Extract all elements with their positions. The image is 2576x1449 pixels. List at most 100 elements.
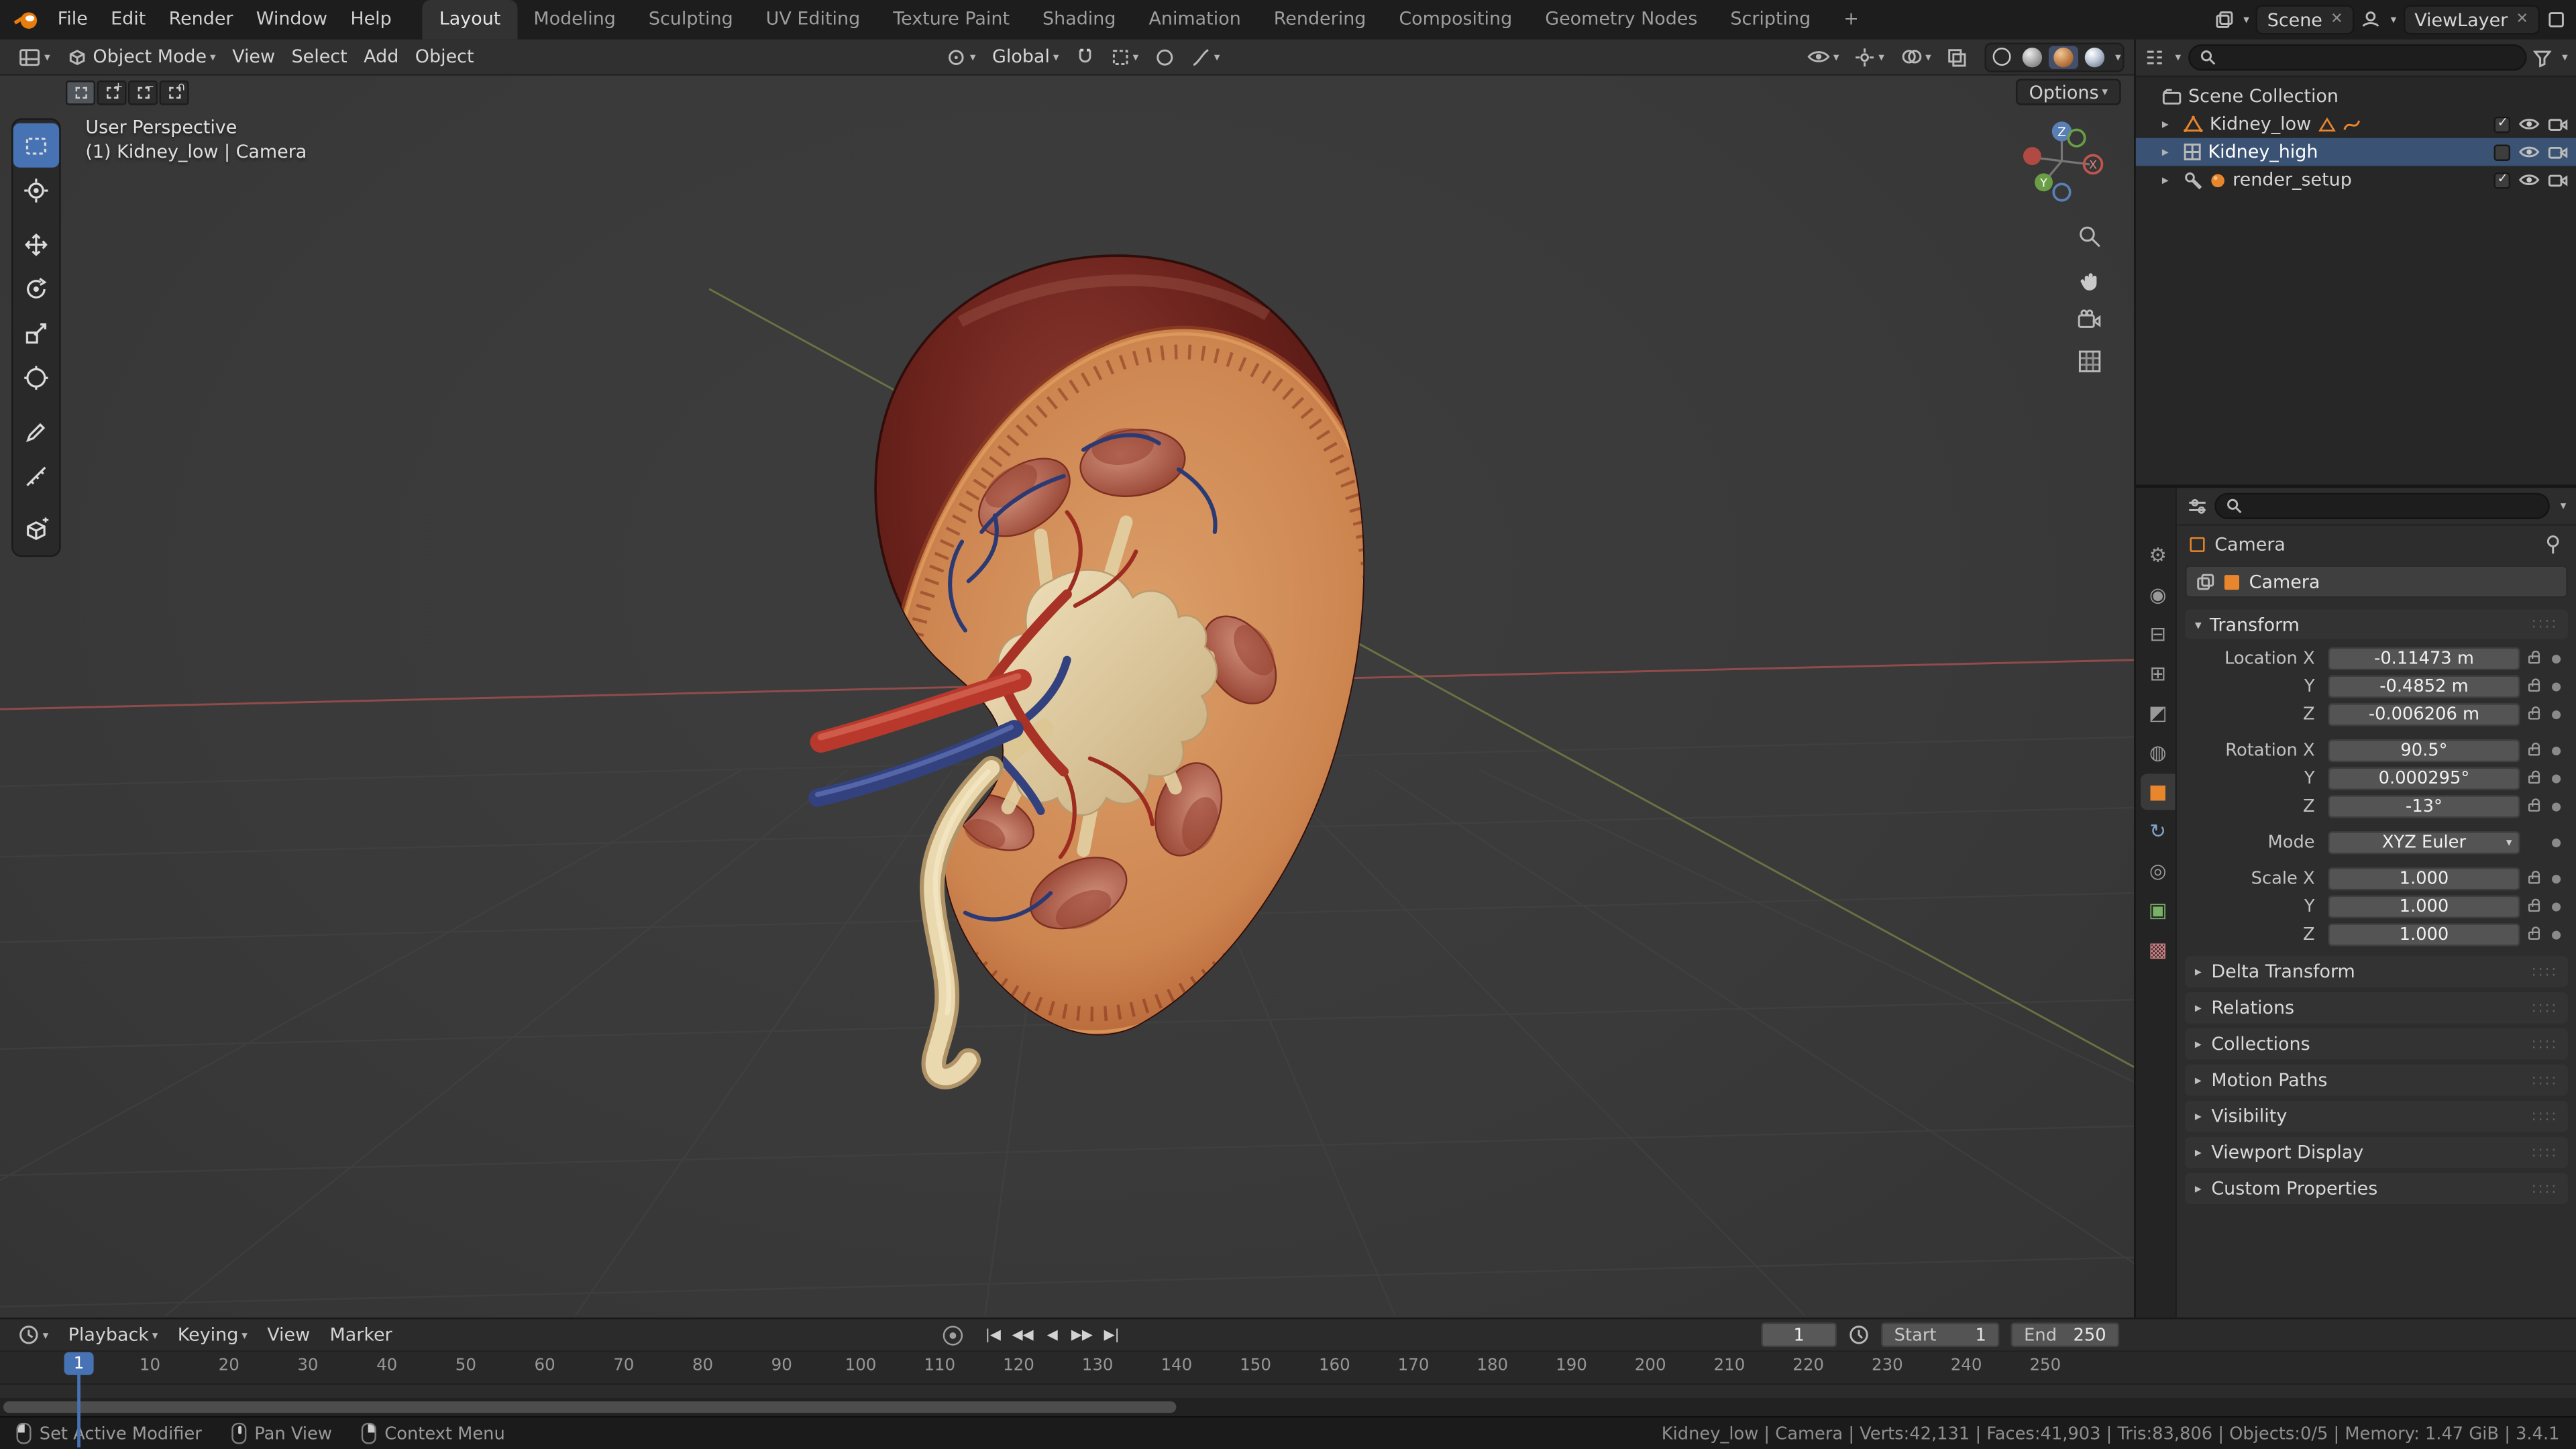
eye-icon[interactable] [2518, 117, 2540, 131]
tab-output-properties[interactable]: ⊟ [2141, 616, 2175, 652]
camera-view-icon[interactable] [2077, 309, 2103, 331]
tool-options-button[interactable]: Options ▾ [2015, 78, 2121, 105]
jump-to-start-icon[interactable]: |◀ [981, 1322, 1006, 1348]
scale-x-field[interactable]: 1.000 [2328, 866, 2520, 890]
tab-world-properties[interactable]: ◍ [2141, 735, 2175, 771]
tab-layout[interactable]: Layout [423, 0, 517, 40]
checkbox[interactable] [2493, 114, 2511, 133]
tab-sculpting[interactable]: Sculpting [632, 0, 749, 40]
lock-icon[interactable] [2520, 898, 2546, 912]
menu-view[interactable]: View [224, 40, 283, 75]
tool-cursor[interactable] [13, 168, 60, 212]
xray-icon[interactable] [1939, 40, 1976, 75]
menu-playback[interactable]: Playback ▾ [58, 1324, 168, 1346]
expand-arrow-icon[interactable]: ▸ [2162, 172, 2177, 187]
play-reverse-icon[interactable]: ◀ [1040, 1322, 1065, 1348]
pivot-icon[interactable]: ▾ [938, 40, 983, 75]
rotation-y-field[interactable]: 0.000295° [2328, 766, 2520, 790]
location-z-field[interactable]: -0.006206 m [2328, 702, 2520, 726]
section-viewport-display[interactable]: ▸ Viewport Display:::: [2185, 1136, 2568, 1169]
visibility-icon[interactable]: ▾ [1799, 40, 1847, 75]
tab-constraints-properties[interactable]: ◎ [2141, 853, 2175, 889]
select-mode-new[interactable] [65, 79, 96, 105]
section-visibility[interactable]: ▸ Visibility:::: [2185, 1100, 2568, 1132]
checkbox[interactable] [2493, 144, 2511, 160]
lock-icon[interactable] [2520, 926, 2546, 940]
outliner-search-input[interactable] [2187, 44, 2528, 71]
tab-geometry-nodes[interactable]: Geometry Nodes [1529, 0, 1714, 40]
animate-dot-icon[interactable]: ● [2546, 771, 2566, 785]
tab-scripting[interactable]: Scripting [1714, 0, 1827, 40]
panel-grip-icon[interactable]: :::: [2532, 1144, 2559, 1161]
tab-view-layer-properties[interactable]: ⊞ [2141, 655, 2175, 692]
tool-annotate[interactable] [13, 409, 60, 453]
zoom-icon[interactable] [2077, 223, 2103, 250]
panel-grip-icon[interactable]: :::: [2532, 1000, 2559, 1016]
kidney-model[interactable] [808, 254, 1464, 1093]
gizmo-x-neg-axis[interactable] [2023, 147, 2041, 166]
camera-icon[interactable] [2548, 117, 2568, 131]
timeline-key-area[interactable] [0, 1385, 2576, 1399]
lock-icon[interactable] [2520, 742, 2546, 756]
rotation-z-field[interactable]: -13° [2328, 794, 2520, 818]
blender-logo-icon[interactable] [13, 8, 40, 31]
tab-uv-editing[interactable]: UV Editing [749, 0, 877, 40]
gizmo-y-neg-axis[interactable] [2067, 128, 2086, 148]
chevron-down-icon[interactable]: ▾ [2562, 51, 2568, 64]
animate-dot-icon[interactable]: ● [2546, 651, 2566, 665]
animate-dot-icon[interactable]: ● [2546, 835, 2566, 849]
tab-render-properties[interactable]: ◉ [2141, 577, 2175, 613]
tab-scene-properties[interactable]: ◩ [2141, 695, 2175, 731]
rotation-mode-dropdown[interactable]: XYZ Euler ▾ [2328, 830, 2520, 854]
viewlayer-selector[interactable]: ViewLayer ✕ [2403, 5, 2540, 35]
section-motion-paths[interactable]: ▸ Motion Paths:::: [2185, 1064, 2568, 1096]
proportional-icon[interactable] [1147, 40, 1183, 75]
outliner-row-kidney-high[interactable]: ▸ Kidney_high [2135, 138, 2576, 166]
close-icon[interactable]: ✕ [2330, 11, 2343, 28]
lock-icon[interactable] [2520, 678, 2546, 692]
panel-grip-icon[interactable]: :::: [2532, 1108, 2559, 1124]
editor-type-button[interactable]: ▾ [10, 40, 58, 75]
chevron-down-icon[interactable]: ▾ [2391, 13, 2397, 27]
eye-icon[interactable] [2518, 172, 2540, 187]
section-collections[interactable]: ▸ Collections:::: [2185, 1028, 2568, 1060]
rotation-x-field[interactable]: 90.5° [2328, 738, 2520, 762]
menu-file[interactable]: File [46, 0, 99, 40]
close-icon[interactable]: ✕ [2516, 11, 2528, 28]
outliner-row-kidney-low[interactable]: ▸ Kidney_low [2136, 110, 2576, 138]
menu-edit[interactable]: Edit [99, 0, 157, 40]
add-workspace-button[interactable]: + [1827, 0, 1876, 40]
next-keyframe-icon[interactable]: ▶▶ [1068, 1322, 1096, 1348]
tab-shading[interactable]: Shading [1026, 0, 1132, 40]
tab-tool-properties[interactable]: ⚙ [2141, 537, 2175, 574]
transform-panel-header[interactable]: ▾ Transform :::: [2185, 609, 2568, 639]
menu-add[interactable]: Add [356, 40, 407, 75]
pin-icon[interactable] [2543, 533, 2563, 555]
record-icon[interactable] [943, 1326, 963, 1346]
gizmo-z-neg-axis[interactable] [2052, 182, 2072, 202]
camera-icon[interactable] [2548, 172, 2568, 187]
menu-keying[interactable]: Keying ▾ [168, 1324, 257, 1346]
panel-grip-icon[interactable]: :::: [2532, 1072, 2559, 1088]
snap-target-icon[interactable]: ▾ [1102, 40, 1146, 75]
browse-viewlayer-icon[interactable] [2361, 10, 2381, 30]
playhead[interactable]: 1 [64, 1352, 109, 1448]
outliner-editor-icon[interactable] [2144, 48, 2165, 67]
lock-icon[interactable] [2520, 798, 2546, 812]
properties-editor-icon[interactable] [2187, 496, 2208, 516]
chevron-down-icon[interactable]: ▾ [2243, 13, 2249, 27]
tool-select-box[interactable] [13, 123, 60, 168]
tab-modeling[interactable]: Modeling [517, 0, 633, 40]
camera-icon[interactable] [2548, 145, 2568, 160]
rendered-icon[interactable] [2081, 45, 2110, 68]
animate-dot-icon[interactable]: ● [2546, 707, 2566, 720]
scene-selector[interactable]: Scene ✕ [2255, 5, 2355, 35]
select-mode-subtract[interactable]: − [128, 79, 158, 105]
tool-move[interactable] [13, 222, 60, 266]
magnet-icon[interactable] [1067, 40, 1102, 75]
lock-icon[interactable] [2520, 870, 2546, 884]
chevron-down-icon[interactable]: ▾ [2115, 50, 2121, 64]
gizmo-icon[interactable]: ▾ [1847, 40, 1892, 75]
section-custom-properties[interactable]: ▸ Custom Properties:::: [2185, 1173, 2568, 1205]
select-mode-extend[interactable]: + [97, 79, 127, 105]
